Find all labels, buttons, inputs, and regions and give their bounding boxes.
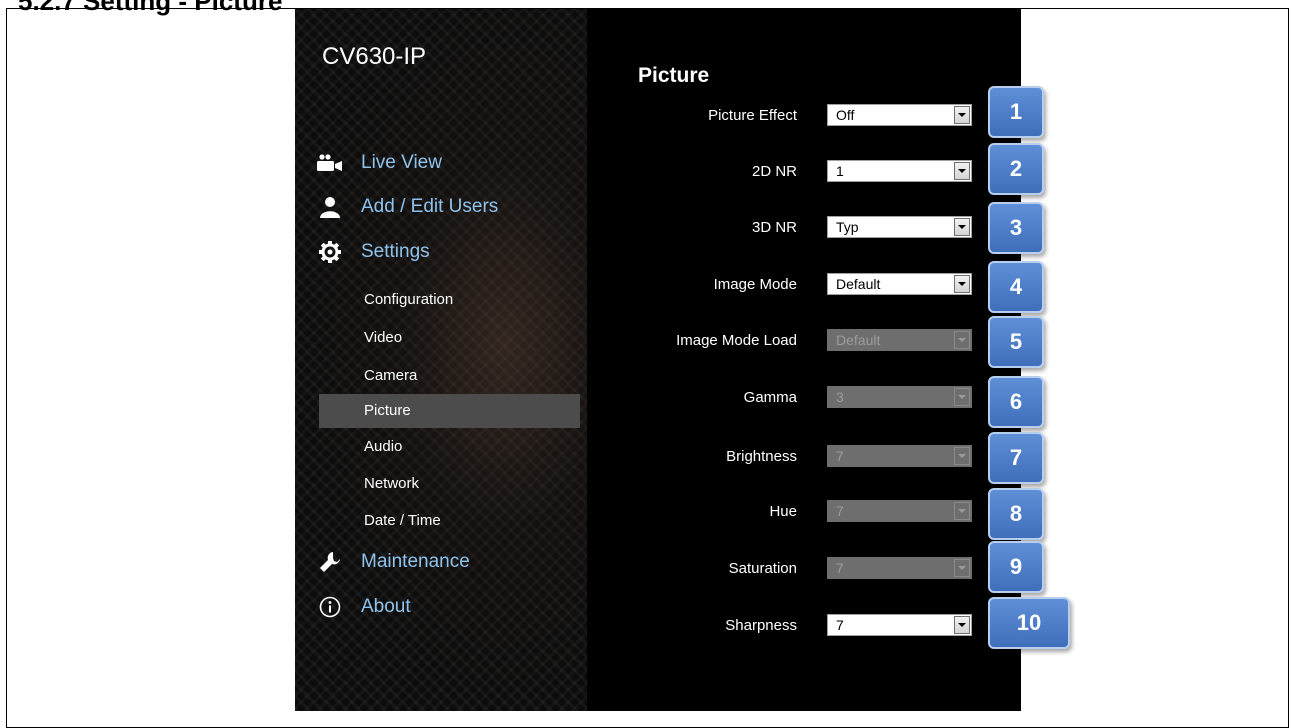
- callout-badge: 9: [988, 541, 1044, 593]
- 3d-nr-select[interactable]: Typ: [827, 216, 972, 238]
- 2d-nr-select[interactable]: 1: [827, 160, 972, 182]
- picture-effect-select[interactable]: Off: [827, 104, 972, 126]
- callout-badge: 5: [988, 316, 1044, 368]
- wrench-icon: [317, 550, 343, 574]
- image-mode-load-row: Image Mode Load Default: [587, 329, 1021, 353]
- field-label: Picture Effect: [708, 107, 797, 124]
- 2d-nr-row: 2D NR 1: [587, 160, 1021, 184]
- nav-label: About: [361, 596, 411, 617]
- sidebar-item-audio[interactable]: Audio: [319, 430, 580, 464]
- sidebar-item-date-time[interactable]: Date / Time: [319, 504, 580, 538]
- picture-settings-panel: Picture Picture Effect Off 2D NR 1 3D NR…: [587, 9, 1021, 711]
- select-value: 7: [836, 560, 844, 576]
- info-icon: [317, 595, 343, 619]
- chevron-down-icon[interactable]: [954, 616, 970, 634]
- chevron-down-icon[interactable]: [954, 275, 970, 293]
- camera-web-ui: CV630-IP Live View Add / Edit Users Sett…: [295, 9, 1021, 711]
- nav-live-view[interactable]: Live View: [317, 147, 442, 179]
- chevron-down-icon[interactable]: [954, 162, 970, 180]
- brightness-row: Brightness 7: [587, 445, 1021, 469]
- sharpness-row: Sharpness 7: [587, 614, 1021, 638]
- nav-label: Maintenance: [361, 551, 470, 572]
- saturation-row: Saturation 7: [587, 557, 1021, 581]
- field-label: Sharpness: [725, 617, 797, 634]
- sidebar-item-network[interactable]: Network: [319, 467, 580, 501]
- field-label: Image Mode: [713, 276, 797, 293]
- saturation-select: 7: [827, 557, 972, 579]
- chevron-down-icon: [954, 447, 970, 465]
- field-label: 2D NR: [751, 163, 797, 180]
- sidebar-item-video[interactable]: Video: [319, 321, 580, 355]
- select-value: Default: [836, 332, 881, 348]
- field-label: 3D NR: [751, 219, 797, 236]
- brightness-select: 7: [827, 445, 972, 467]
- picture-effect-row: Picture Effect Off: [587, 104, 1021, 128]
- page-title: Picture: [638, 64, 710, 87]
- select-value: 7: [836, 448, 844, 464]
- select-value: 1: [836, 163, 844, 179]
- image-mode-row: Image Mode Default: [587, 273, 1021, 297]
- hue-select: 7: [827, 500, 972, 522]
- select-value: 7: [836, 617, 844, 633]
- nav-label: Settings: [361, 241, 430, 262]
- hue-row: Hue 7: [587, 500, 1021, 524]
- nav-settings[interactable]: Settings: [317, 236, 430, 268]
- gamma-select: 3: [827, 386, 972, 408]
- 3d-nr-row: 3D NR Typ: [587, 216, 1021, 240]
- nav-label: Live View: [361, 152, 442, 173]
- app-title: CV630-IP: [322, 43, 427, 70]
- field-label: Brightness: [726, 448, 797, 465]
- select-value: Default: [836, 276, 881, 292]
- chevron-down-icon[interactable]: [954, 106, 970, 124]
- sidebar-item-picture[interactable]: Picture: [319, 394, 580, 428]
- chevron-down-icon: [954, 331, 970, 349]
- nav-maintenance[interactable]: Maintenance: [317, 546, 470, 578]
- chevron-down-icon: [954, 502, 970, 520]
- field-label: Gamma: [743, 389, 797, 406]
- select-value: Off: [836, 107, 855, 123]
- callout-badge: 7: [988, 432, 1044, 484]
- callout-badge: 3: [988, 202, 1044, 254]
- callout-badge: 6: [988, 376, 1044, 428]
- callout-badge: 10: [988, 597, 1070, 649]
- video-camera-icon: [317, 151, 343, 175]
- callout-badge: 1: [988, 86, 1044, 138]
- sidebar-item-configuration[interactable]: Configuration: [319, 283, 580, 317]
- callout-badge: 8: [988, 488, 1044, 540]
- image-mode-load-select: Default: [827, 329, 972, 351]
- field-label: Image Mode Load: [676, 332, 797, 349]
- chevron-down-icon: [954, 388, 970, 406]
- nav-label: Add / Edit Users: [361, 196, 499, 217]
- nav-add-edit-users[interactable]: Add / Edit Users: [317, 191, 498, 223]
- gear-icon: [317, 240, 343, 264]
- field-label: Saturation: [728, 560, 797, 577]
- user-icon: [317, 195, 343, 219]
- field-label: Hue: [769, 503, 797, 520]
- callout-badge: 4: [988, 261, 1044, 313]
- sidebar: CV630-IP Live View Add / Edit Users Sett…: [295, 9, 587, 711]
- select-value: 7: [836, 503, 844, 519]
- chevron-down-icon[interactable]: [954, 218, 970, 236]
- nav-about[interactable]: About: [317, 591, 411, 623]
- select-value: Typ: [836, 219, 859, 235]
- callout-badge: 2: [988, 143, 1044, 195]
- chevron-down-icon: [954, 559, 970, 577]
- select-value: 3: [836, 389, 844, 405]
- sidebar-item-camera[interactable]: Camera: [319, 359, 580, 393]
- sharpness-select[interactable]: 7: [827, 614, 972, 636]
- image-mode-select[interactable]: Default: [827, 273, 972, 295]
- gamma-row: Gamma 3: [587, 386, 1021, 410]
